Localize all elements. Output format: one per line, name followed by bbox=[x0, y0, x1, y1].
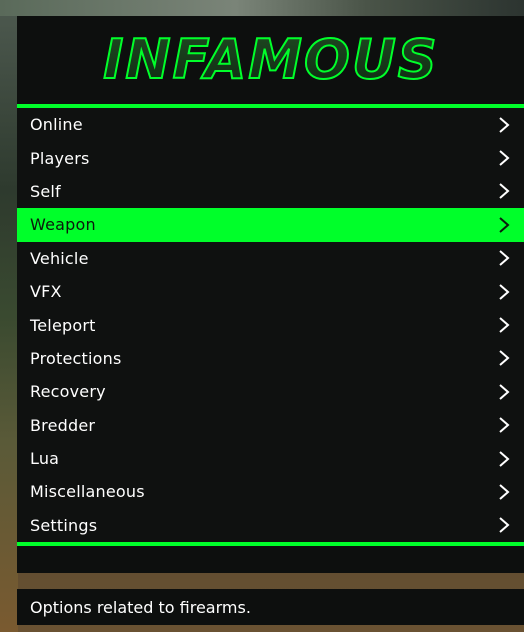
chevron-right-icon bbox=[499, 417, 510, 433]
chevron-right-icon bbox=[499, 116, 510, 133]
background-scene-top bbox=[0, 0, 524, 16]
menu-item-label: Self bbox=[30, 181, 61, 201]
menu-item-label: Online bbox=[30, 115, 83, 135]
menu-item-miscellaneous[interactable]: Miscellaneous bbox=[17, 475, 524, 508]
menu-item-teleport[interactable]: Teleport bbox=[17, 308, 524, 341]
infamous-logo: INFAMOUS bbox=[102, 30, 438, 90]
background-scene-left bbox=[0, 0, 18, 632]
menu-item-weapon[interactable]: Weapon bbox=[17, 208, 524, 242]
menu-item-recovery[interactable]: Recovery bbox=[17, 375, 524, 408]
menu-item-players[interactable]: Players bbox=[17, 141, 524, 174]
chevron-right-icon bbox=[499, 350, 510, 367]
chevron-right-icon bbox=[499, 283, 510, 300]
logo-text: INFAMOUS bbox=[103, 30, 438, 90]
menu-item-label: VFX bbox=[30, 282, 62, 302]
menu-item-vehicle[interactable]: Vehicle bbox=[17, 242, 524, 275]
menu-item-label: Teleport bbox=[30, 315, 96, 335]
menu-item-label: Bredder bbox=[30, 415, 96, 435]
chevron-right-icon bbox=[499, 484, 510, 500]
menu-item-label: Lua bbox=[30, 449, 60, 469]
chevron-right-icon bbox=[499, 384, 510, 400]
chevron-right-icon bbox=[499, 250, 510, 267]
menu-item-label: Players bbox=[30, 148, 90, 168]
menu-item-lua[interactable]: Lua bbox=[17, 442, 524, 475]
menu-item-online[interactable]: Online bbox=[17, 108, 524, 141]
description-text: Options related to firearms. bbox=[30, 597, 251, 617]
description-bar: Options related to firearms. bbox=[17, 589, 524, 626]
menu-item-settings[interactable]: Settings bbox=[17, 509, 524, 542]
chevron-right-icon bbox=[499, 450, 510, 467]
menu-item-vfx[interactable]: VFX bbox=[17, 275, 524, 308]
menu-list: Online Players Self Weapon Vehicle VFX T… bbox=[17, 108, 524, 543]
menu-panel: INFAMOUS Online Players Self Weapon Vehi… bbox=[17, 16, 524, 626]
chevron-right-icon bbox=[499, 217, 510, 233]
menu-item-label: Protections bbox=[30, 348, 122, 368]
chevron-right-icon bbox=[499, 517, 510, 534]
menu-item-bredder[interactable]: Bredder bbox=[17, 409, 524, 442]
menu-item-label: Settings bbox=[30, 515, 98, 535]
list-footer-bar bbox=[17, 546, 524, 574]
panel-gap bbox=[17, 573, 524, 589]
chevron-right-icon bbox=[499, 183, 510, 200]
menu-item-label: Vehicle bbox=[30, 248, 89, 268]
menu-header: INFAMOUS bbox=[17, 16, 524, 104]
chevron-right-icon bbox=[499, 317, 510, 333]
menu-item-label: Miscellaneous bbox=[30, 482, 145, 502]
menu-item-self[interactable]: Self bbox=[17, 175, 524, 208]
menu-item-label: Weapon bbox=[30, 215, 96, 235]
menu-item-label: Recovery bbox=[30, 382, 106, 402]
menu-item-protections[interactable]: Protections bbox=[17, 342, 524, 375]
chevron-right-icon bbox=[499, 150, 510, 166]
